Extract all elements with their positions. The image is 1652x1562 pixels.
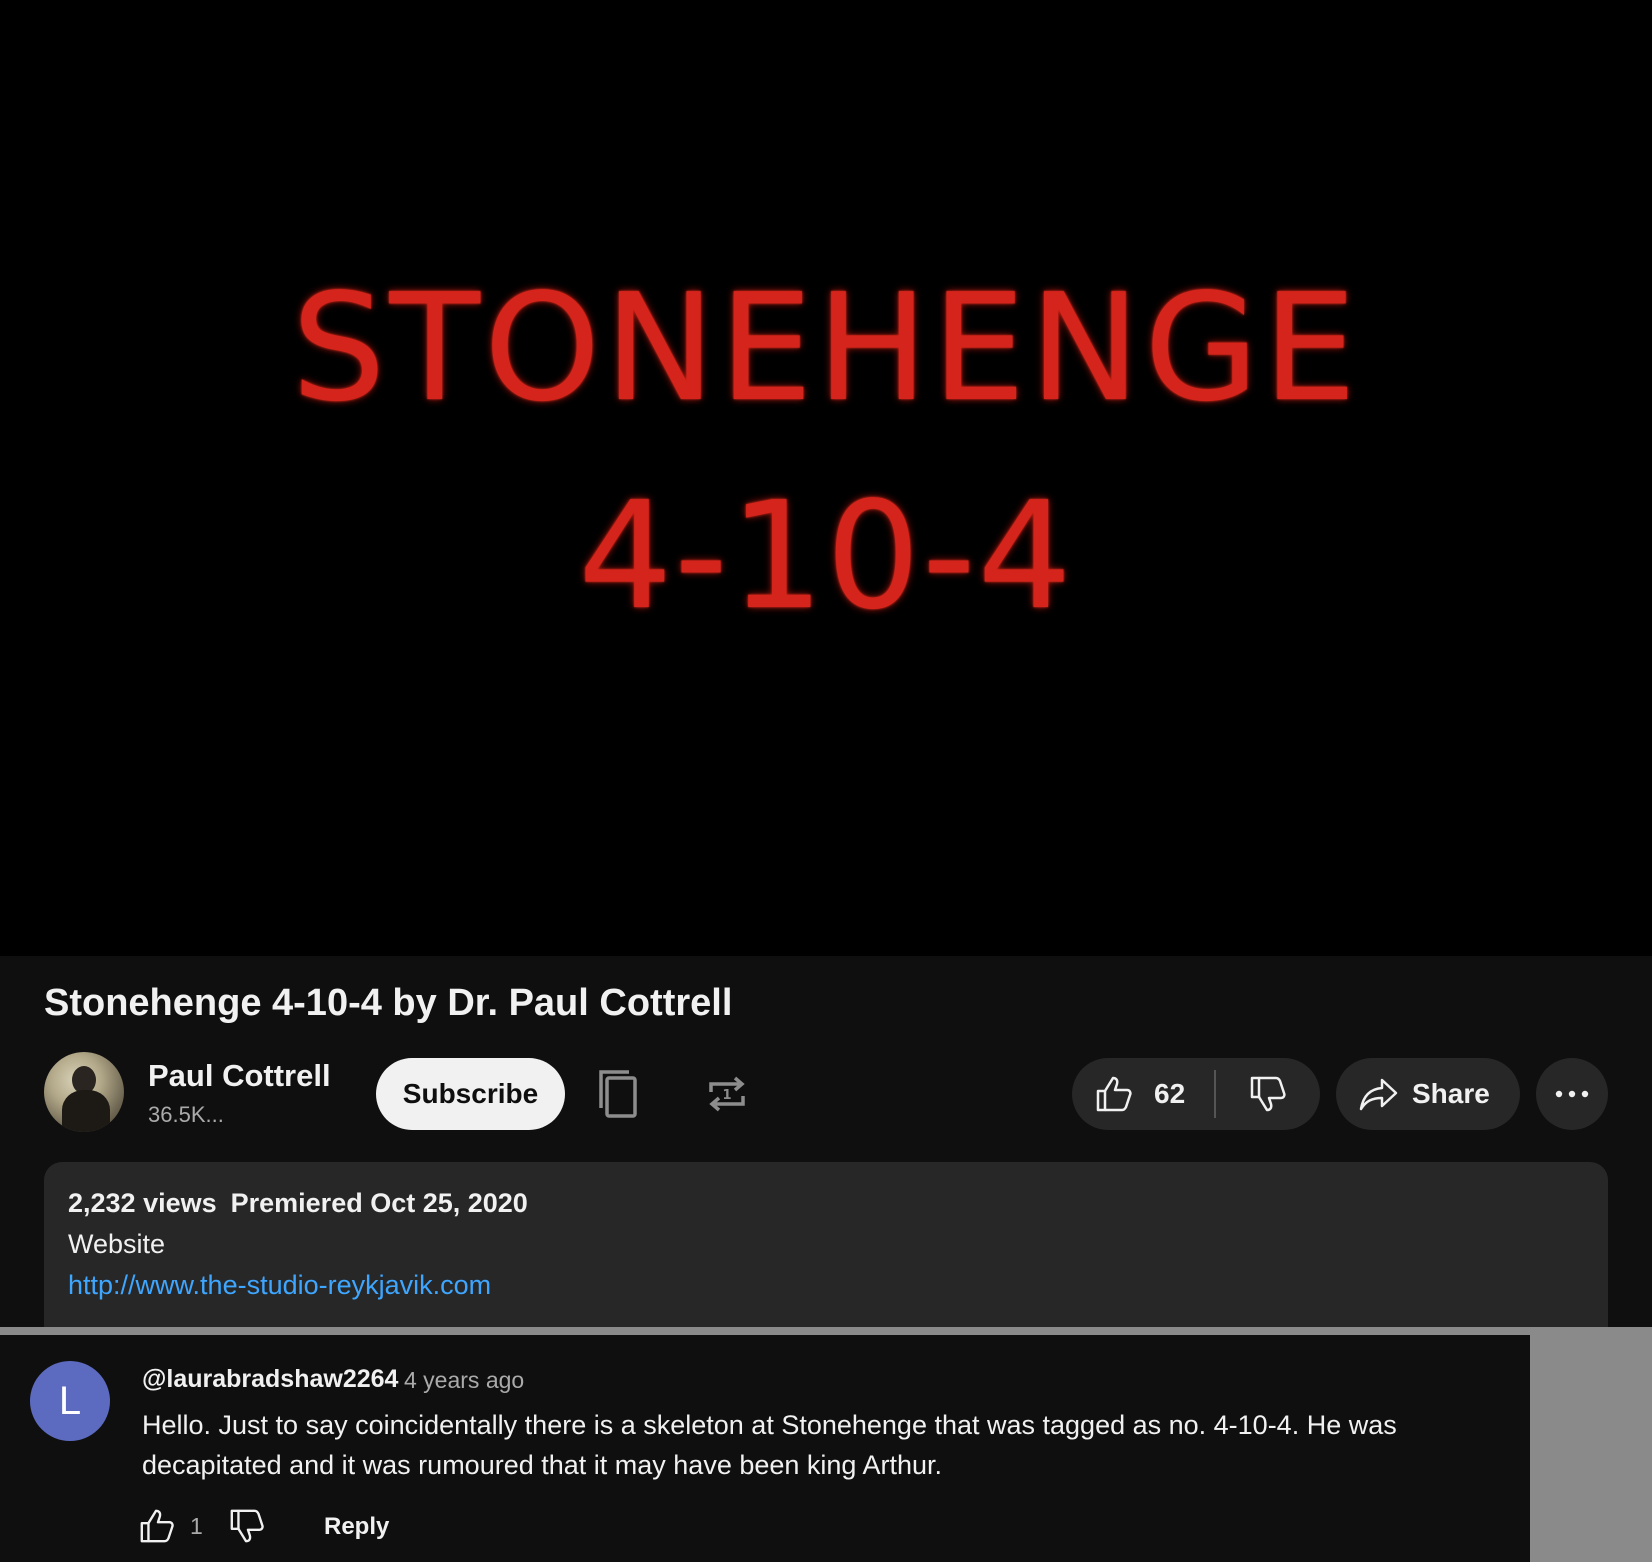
- comment-like-button[interactable]: [138, 1507, 176, 1550]
- thumbs-down-icon: [230, 1509, 264, 1543]
- overlay-right-edge: [1530, 1327, 1652, 1562]
- video-page: STONEHENGE 4-10-4 Stonehenge 4-10-4 by D…: [0, 0, 1652, 1562]
- comment-like-count: 1: [190, 1513, 203, 1539]
- dislike-button[interactable]: [1216, 1058, 1320, 1130]
- more-horizontal-icon: [1555, 1090, 1589, 1098]
- thumbs-up-icon: [1096, 1076, 1132, 1112]
- video-player[interactable]: STONEHENGE 4-10-4: [0, 0, 1652, 956]
- avatar-body-shape: [62, 1090, 110, 1132]
- premiere-date: Premiered Oct 25, 2020: [230, 1188, 528, 1218]
- description-meta: 2,232 views Premiered Oct 25, 2020: [68, 1188, 1584, 1219]
- share-icon: [1359, 1078, 1398, 1111]
- like-button[interactable]: 62: [1072, 1058, 1214, 1130]
- like-count: 62: [1154, 1078, 1186, 1109]
- overlay-top-edge: [0, 1327, 1652, 1335]
- comment-timestamp[interactable]: 4 years ago: [404, 1367, 524, 1394]
- comment: L @laurabradshaw2264 4 years ago Hello. …: [0, 1335, 1530, 1562]
- thumbs-down-icon: [1250, 1076, 1286, 1112]
- description-box[interactable]: 2,232 views Premiered Oct 25, 2020 Websit…: [44, 1162, 1608, 1330]
- thumbs-up-icon: [140, 1509, 174, 1543]
- video-frame-text-line2: 4-10-4: [578, 470, 1074, 642]
- comment-dislike-button[interactable]: [228, 1507, 266, 1550]
- comment-avatar[interactable]: L: [30, 1361, 110, 1441]
- loop-button[interactable]: 1: [699, 1064, 755, 1124]
- like-dislike-pill: 62: [1072, 1058, 1320, 1130]
- description-text: Website: [68, 1229, 166, 1259]
- copy-button[interactable]: [590, 1064, 646, 1124]
- share-button[interactable]: Share: [1336, 1058, 1520, 1130]
- owner-row: Paul Cottrell 36.5K... Subscribe 1 62 Sh…: [44, 1052, 1608, 1134]
- comment-author[interactable]: @laurabradshaw2264: [142, 1365, 398, 1394]
- comment-actions: 1 Reply: [138, 1503, 538, 1553]
- comment-text: Hello. Just to say coincidentally there …: [142, 1410, 1397, 1480]
- more-actions-button[interactable]: [1536, 1058, 1608, 1130]
- subscribe-button[interactable]: Subscribe: [376, 1058, 565, 1130]
- subscriber-count: 36.5K...: [148, 1102, 224, 1127]
- video-frame-text-line1: STONEHENGE: [291, 262, 1361, 434]
- view-count: 2,232 views: [68, 1188, 217, 1218]
- repeat-one-icon: 1: [709, 1076, 745, 1112]
- description-link[interactable]: http://www.the-studio-reykjavik.com: [68, 1270, 1584, 1301]
- comment-reply-button[interactable]: Reply: [324, 1513, 389, 1541]
- share-label: Share: [1412, 1078, 1490, 1109]
- channel-avatar[interactable]: [44, 1052, 124, 1132]
- channel-name[interactable]: Paul Cottrell: [148, 1058, 331, 1094]
- copy-icon: [599, 1070, 637, 1118]
- video-title: Stonehenge 4-10-4 by Dr. Paul Cottrell: [44, 982, 733, 1024]
- svg-text:1: 1: [722, 1088, 731, 1103]
